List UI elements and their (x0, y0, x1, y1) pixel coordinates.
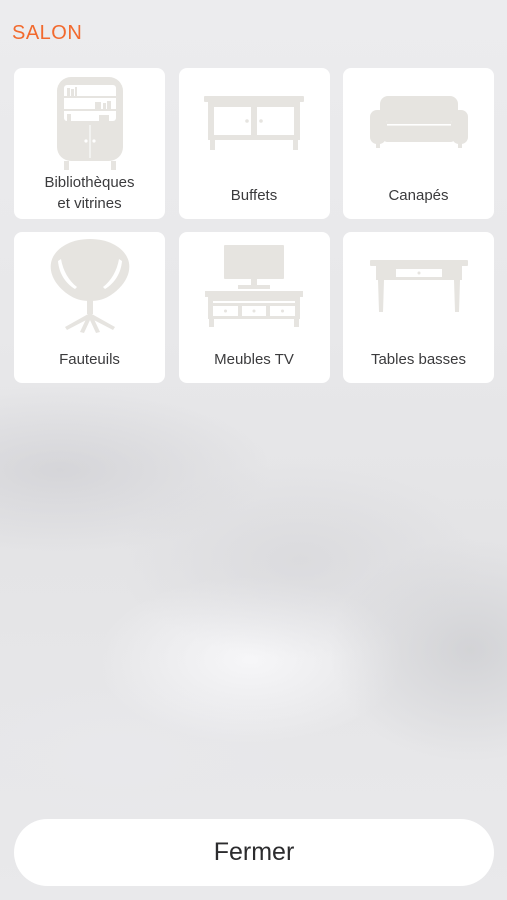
category-label: Meubles TV (214, 351, 294, 368)
category-grid: Bibliothèques et vitrines Buffets Canapé… (14, 68, 494, 383)
coffee-table-icon (343, 232, 494, 340)
category-label: Buffets (230, 187, 278, 204)
category-tile-buffets[interactable]: Buffets (178, 68, 330, 219)
armchair-icon (14, 232, 165, 340)
category-label: Bibliothèques et vitrines (18, 172, 161, 213)
category-label: Canapés (388, 187, 449, 204)
tv-stand-icon (179, 232, 330, 340)
category-label-line2: et vitrines (57, 194, 122, 212)
bookcase-icon (14, 68, 165, 176)
section-title: SALON (12, 22, 83, 44)
category-tile-sofas[interactable]: Canapés (343, 68, 494, 219)
category-label: Tables basses (370, 351, 467, 368)
category-tile-armchairs[interactable]: Fauteuils (14, 232, 165, 383)
sofa-icon (343, 68, 494, 176)
category-tile-bookcases[interactable]: Bibliothèques et vitrines (14, 68, 165, 219)
category-label-line1: Bibliothèques (44, 173, 135, 191)
category-tile-tv-units[interactable]: Meubles TV (178, 232, 330, 383)
close-button[interactable]: Fermer (14, 819, 494, 886)
category-label: Fauteuils (59, 351, 120, 368)
sideboard-icon (179, 68, 330, 176)
category-tile-coffee-tables[interactable]: Tables basses (343, 232, 494, 383)
